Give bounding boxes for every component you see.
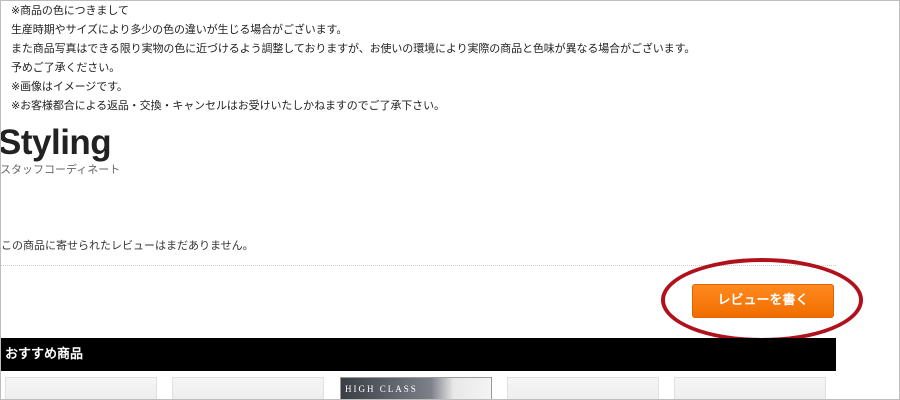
note-line: ※商品の色につきまして (11, 4, 129, 17)
thumbnail-caption: HIGH CLASS (345, 384, 418, 394)
styling-subheading: スタッフコーディネート (0, 163, 121, 176)
review-empty-message: この商品に寄せられたレビューはまだありません。 (1, 239, 254, 252)
write-review-button[interactable]: レビューを書く (692, 284, 834, 318)
note-line: 生産時期やサイズにより多少の色の違いが生じる場合がございます。 (11, 23, 348, 36)
product-thumbnail[interactable]: HIGH CLASS (340, 377, 492, 399)
product-thumbnail[interactable] (172, 377, 324, 399)
styling-heading: Styling (0, 123, 112, 162)
product-thumbnail[interactable] (5, 377, 157, 399)
recommend-products: HIGH CLASS (1, 377, 899, 399)
recommend-header-bar: おすすめ商品 (1, 338, 836, 371)
recommend-title: おすすめ商品 (5, 347, 84, 362)
product-thumbnail[interactable] (507, 377, 659, 399)
note-line: ※お客様都合による返品・交換・キャンセルはお受けいたしかねますのでご了承下さい。 (11, 99, 445, 112)
note-line: 予めご了承ください。 (11, 61, 120, 74)
page-frame: ※商品の色につきまして 生産時期やサイズにより多少の色の違いが生じる場合がござい… (0, 0, 900, 400)
product-thumbnail[interactable] (674, 377, 826, 399)
note-line: また商品写真はできる限り実物の色に近づけるよう調整しておりますが、お使いの環境に… (11, 42, 696, 55)
product-notes: ※商品の色につきまして 生産時期やサイズにより多少の色の違いが生じる場合がござい… (11, 1, 695, 115)
section-divider (1, 265, 836, 266)
note-line: ※画像はイメージです。 (11, 80, 128, 93)
